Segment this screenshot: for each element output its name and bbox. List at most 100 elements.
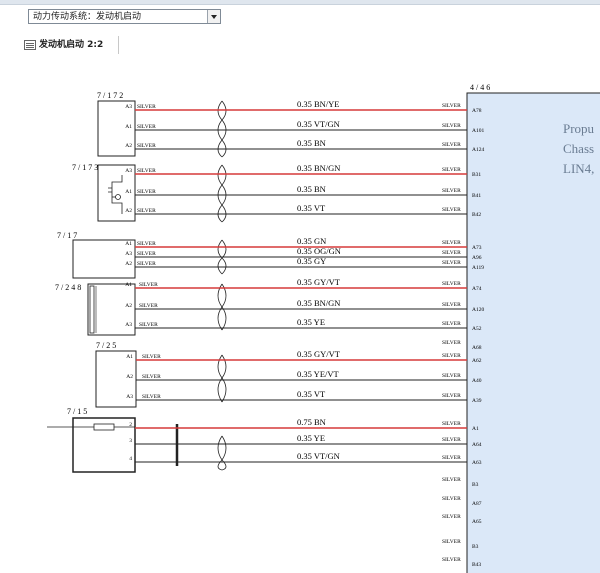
terminal-label: SILVER: [137, 168, 156, 174]
wire-row: 2 0.75 BN SILVER A1: [129, 417, 479, 432]
wire-row: A3 SILVER 0.35 VT SILVER A39: [126, 389, 481, 404]
twisted-pair-icon: [217, 435, 227, 471]
wire-row: 4 0.35 VT/GN SILVER A63: [129, 451, 481, 466]
terminal-label: SILVER: [442, 353, 461, 359]
terminal-label: SILVER: [137, 251, 156, 257]
terminal-label: SILVER: [137, 143, 156, 149]
ecu-pin-label: A40: [472, 378, 482, 384]
ecu-pin-label: A39: [472, 398, 482, 404]
ecu-pin-label: A65: [472, 519, 482, 525]
ecu-pin-label: A1: [472, 426, 479, 432]
terminal-label: SILVER: [442, 373, 461, 379]
wire-row: A3 SILVER 0.35 YE SILVER A52: [125, 317, 481, 332]
wire-label: 0.35 VT: [297, 203, 326, 213]
connector-id: 7 / 1 7 2: [97, 91, 123, 100]
ecu-text-line: Propu: [563, 121, 595, 136]
connector-pin-label: A2: [125, 261, 132, 267]
ecu-pin-label: A124: [472, 147, 484, 153]
connector-pin-label: A3: [125, 104, 132, 110]
terminal-label: SILVER: [442, 123, 461, 129]
terminal-label: SILVER: [442, 167, 461, 173]
ecu-pin-label: A52: [472, 326, 482, 332]
ecu-pin-label: A63: [472, 460, 482, 466]
ecu-pin-label: A68: [472, 345, 482, 351]
connector-id: 7 / 1 7 3: [72, 163, 98, 172]
ecu-pin-label: B3: [472, 482, 479, 488]
ecu-id: 4 / 4 6: [470, 83, 490, 92]
ecu-pin-label: B3: [472, 544, 479, 550]
wire-label: 0.35 VT/GN: [297, 451, 340, 461]
connector-pin-label: A3: [125, 322, 132, 328]
terminal-label: SILVER: [442, 421, 461, 427]
wire-label: 0.35 GY/VT: [297, 277, 341, 287]
wire-label: 0.35 VT/GN: [297, 119, 340, 129]
wire-label: 0.75 BN: [297, 417, 326, 427]
terminal-label: SILVER: [442, 240, 461, 246]
ecu-pin-label: A74: [472, 286, 482, 292]
terminal-label: SILVER: [142, 374, 161, 380]
ecu-pin-label: A96: [472, 255, 482, 261]
terminal-label: SILVER: [139, 322, 158, 328]
connector-pin-label: 3: [129, 438, 132, 444]
terminal-label: SILVER: [442, 455, 461, 461]
wire-label: 0.35 GY/VT: [297, 349, 341, 359]
connector-id: 7 / 2 5: [96, 341, 116, 350]
connector-id: 7 / 1 7: [57, 231, 77, 240]
terminal-label: SILVER: [137, 124, 156, 130]
ecu-pin-label: A73: [472, 245, 482, 251]
ecu-pin-label: A101: [472, 128, 484, 134]
wire-label: 0.35 BN/GN: [297, 298, 340, 308]
wiring-diagram: 4 / 4 6 Propu Chass LIN4, 7 / 1 7 2 7 / …: [47, 83, 600, 573]
wire-label: 0.35 BN/YE: [297, 99, 340, 109]
terminal-label: SILVER: [442, 557, 461, 563]
ecu-pin-label: A64: [472, 442, 482, 448]
twisted-pair-icon: [217, 354, 227, 403]
terminal-label: SILVER: [442, 207, 461, 213]
ecu-pin-label: A119: [472, 265, 484, 271]
connector-pin-label: A3: [125, 168, 132, 174]
connector-latch: [89, 285, 95, 334]
terminal-label: SILVER: [142, 354, 161, 360]
wire-label: 0.35 BN: [297, 184, 326, 194]
wire-row: 3 0.35 YE SILVER A64: [129, 433, 481, 448]
terminal-label: SILVER: [442, 496, 461, 502]
terminal-label: SILVER: [442, 321, 461, 327]
connector-pin-label: A1: [125, 241, 132, 247]
terminal-label: SILVER: [442, 340, 461, 346]
wire-label: 0.35 VT: [297, 389, 326, 399]
connector-pin-label: 4: [129, 456, 132, 462]
wire-row: A3 SILVER 0.35 BN/YE SILVER A78: [125, 99, 481, 114]
connector-pin-label: A2: [125, 143, 132, 149]
ecu-pin-label: A78: [472, 108, 482, 114]
connector-pin-label: A2: [126, 374, 133, 380]
terminal-label: SILVER: [137, 208, 156, 214]
wire-row: A2 SILVER 0.35 YE/VT SILVER A40: [126, 369, 481, 384]
terminal-label: SILVER: [442, 437, 461, 443]
terminal-label: SILVER: [137, 104, 156, 110]
terminal-label: SILVER: [442, 250, 461, 256]
ecu-pin-label: B42: [472, 212, 481, 218]
terminal-label: SILVER: [442, 260, 461, 266]
ecu-text-line: LIN4,: [563, 161, 594, 176]
wire-row: A1 SILVER 0.35 GY/VT SILVER A74: [125, 277, 481, 292]
terminal-label: SILVER: [442, 514, 461, 520]
wire-row: A1 SILVER 0.35 VT/GN SILVER A101: [125, 119, 484, 134]
ecu-pin-label: A87: [472, 501, 482, 507]
wire-row: A1 SILVER 0.35 BN SILVER B41: [125, 184, 481, 199]
ecu-text-line: Chass: [563, 141, 594, 156]
resistor-symbol-icon: [93, 423, 115, 431]
wire-label: 0.35 YE: [297, 433, 325, 443]
twisted-pair-icon: [217, 283, 227, 331]
terminal-label: SILVER: [442, 393, 461, 399]
wire-label: 0.35 OG/GN: [297, 246, 341, 256]
connector-pin-label: 2: [129, 422, 132, 428]
terminal-label: SILVER: [137, 189, 156, 195]
terminal-label: SILVER: [137, 261, 156, 267]
terminal-label: SILVER: [442, 188, 461, 194]
wire-label: 0.35 GN: [297, 236, 326, 246]
terminal-label: SILVER: [139, 303, 158, 309]
wire-label: 0.35 BN: [297, 138, 326, 148]
wire-row: A3 SILVER 0.35 BN/GN SILVER B31: [125, 163, 481, 178]
ecu-pin-label: A120: [472, 307, 484, 313]
terminal-label: SILVER: [442, 539, 461, 545]
